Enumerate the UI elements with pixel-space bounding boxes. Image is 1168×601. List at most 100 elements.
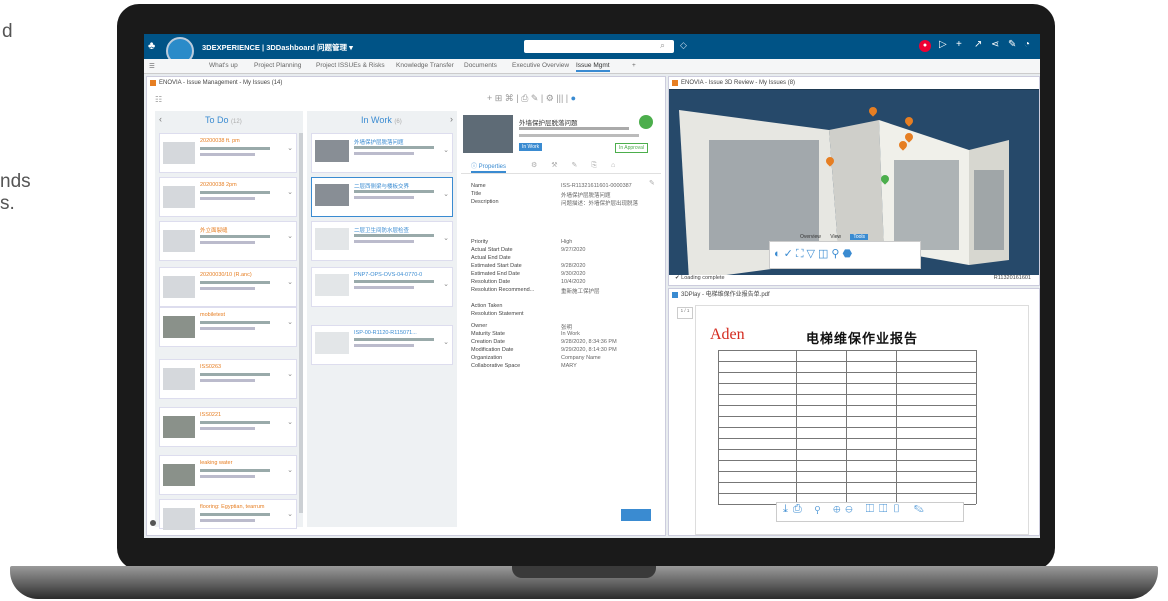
resize-handle[interactable] xyxy=(150,520,156,526)
segment-tabs[interactable]: Overview View Tools xyxy=(800,234,869,240)
share-icon[interactable]: ▷ xyxy=(939,39,947,50)
search-icon[interactable]: ⌕ xyxy=(660,40,665,51)
inwork-card[interactable]: PNP7-OPS-OVS-04-0770-0 ⌄ xyxy=(311,267,453,307)
tab-documents[interactable]: Documents xyxy=(464,62,497,69)
issue-meta xyxy=(200,519,255,522)
chevron-down-icon[interactable]: ⌄ xyxy=(443,234,449,242)
filter-icon[interactable]: ☷ xyxy=(155,95,162,104)
issue-title: 外墙保护层脱落问题 xyxy=(354,140,404,146)
table-row-line xyxy=(718,427,976,428)
chevron-down-icon[interactable]: ⌄ xyxy=(443,338,449,346)
issue-detail: 外墙保护层脱落问题 In Work In Approval ⓘ Properti… xyxy=(461,111,661,527)
review-tool-icons[interactable]: ◐✓⛶▽◫⚲⬣ xyxy=(774,247,855,261)
todo-card[interactable]: flooring: Egyptian, tearrum ⌄ xyxy=(159,499,297,530)
table-col-line xyxy=(976,350,977,504)
issue-meta xyxy=(200,281,270,284)
todo-prev-icon[interactable]: ‹ xyxy=(159,114,162,124)
todo-card[interactable]: 20200030/10 (R.anc) ⌄ xyxy=(159,267,297,307)
issue-meta xyxy=(354,240,414,243)
table-col-line xyxy=(796,350,797,504)
tab-whats-up[interactable]: What's up xyxy=(209,62,238,69)
chevron-down-icon[interactable]: ⌄ xyxy=(443,146,449,154)
segment-overview[interactable]: Overview xyxy=(800,234,821,240)
todo-card[interactable]: leaking water ⌄ xyxy=(159,455,297,495)
todo-scrollbar[interactable] xyxy=(299,133,303,513)
search-input[interactable]: ⌕ xyxy=(524,40,674,53)
chevron-down-icon[interactable]: ⌄ xyxy=(287,466,293,474)
issue-thumbnail xyxy=(163,230,195,252)
table-row-line xyxy=(718,361,976,362)
laptop-notch xyxy=(512,566,656,578)
todo-card[interactable]: ISS0221 ⌄ xyxy=(159,407,297,447)
inwork-card[interactable]: 二层西侧梁与楼板交界 ⌄ xyxy=(311,177,453,217)
field-value: ISS-R11321611601-0000387 xyxy=(561,183,632,189)
tab-issue-mgmt[interactable]: Issue Mgmt xyxy=(576,62,610,72)
chevron-down-icon[interactable]: ⌄ xyxy=(443,280,449,288)
field-label: Name xyxy=(471,183,486,189)
bg-text-3: s. xyxy=(0,193,15,214)
tools-icon[interactable]: ✎ xyxy=(1008,39,1016,50)
inwork-card[interactable]: 外墙保护层脱落问题 ⌄ xyxy=(311,133,453,173)
tab-menu-icon[interactable]: ☰ xyxy=(149,62,155,70)
edit-icon[interactable]: ✎ xyxy=(649,179,655,187)
segment-tools[interactable]: Tools xyxy=(850,234,869,240)
help-icon[interactable]: ◔ xyxy=(1024,39,1030,50)
field-label: Resolution Statement xyxy=(471,311,524,317)
page-indicator[interactable]: 1 / 1 xyxy=(677,307,693,319)
issue-meta xyxy=(200,147,270,150)
todo-card[interactable]: 外立面裂缝 ⌄ xyxy=(159,221,297,261)
segment-view[interactable]: View xyxy=(830,234,841,240)
record-icon[interactable]: ● xyxy=(919,40,931,52)
tab-executive-overview[interactable]: Executive Overview xyxy=(512,62,569,69)
chevron-down-icon[interactable]: ⌄ xyxy=(287,510,293,518)
inwork-card[interactable]: 二层卫生间防水层检查 ⌄ xyxy=(311,221,453,261)
chevron-down-icon[interactable]: ⌄ xyxy=(287,418,293,426)
tab-knowledge-transfer[interactable]: Knowledge Transfer xyxy=(396,62,454,69)
issue-thumbnail xyxy=(163,142,195,164)
issue-meta xyxy=(200,513,270,516)
feedback-icon[interactable]: ↗ xyxy=(974,39,982,50)
field-label: Actual Start Date xyxy=(471,247,513,253)
tab-properties[interactable]: ⓘ Properties xyxy=(471,161,507,173)
issue-meta xyxy=(200,427,255,430)
chevron-down-icon[interactable]: ⌄ xyxy=(287,188,293,196)
toolbar-icons[interactable]: + ⊞ ⌘ | ⎙ ✎ | ⚙ ||| | ● xyxy=(487,93,576,104)
issue-title: 外立面裂缝 xyxy=(200,228,228,234)
tab-add[interactable]: + xyxy=(632,62,636,69)
chevron-down-icon[interactable]: ⌄ xyxy=(287,278,293,286)
todo-card[interactable]: 20200038 2pm ⌄ xyxy=(159,177,297,217)
inwork-next-icon[interactable]: › xyxy=(450,114,453,124)
tab-project-issues[interactable]: Project ISSUEs & Risks xyxy=(316,62,385,69)
bg-text-1: d xyxy=(2,21,13,42)
tab-project-planning[interactable]: Project Planning xyxy=(254,62,301,69)
table-col-line xyxy=(846,350,847,504)
todo-card[interactable]: mobiletest ⌄ xyxy=(159,307,297,347)
3ds-logo-icon[interactable]: ♣ xyxy=(148,40,160,52)
table-row-line xyxy=(718,416,976,417)
network-icon[interactable]: ⋖ xyxy=(991,39,999,50)
chevron-down-icon[interactable]: ⌄ xyxy=(287,370,293,378)
app-title[interactable]: 3DEXPERIENCE | 3DDashboard 问题管理 ▾ xyxy=(202,42,353,53)
issue-thumbnail xyxy=(463,115,513,153)
view-toggle-button[interactable] xyxy=(621,509,651,521)
chevron-down-icon[interactable]: ⌄ xyxy=(287,144,293,152)
tag-icon[interactable]: ◇ xyxy=(680,40,687,51)
owner-avatar[interactable] xyxy=(639,115,653,129)
issue-panel-title: ENOVIA - Issue Management - My Issues (1… xyxy=(147,77,665,89)
chevron-down-icon[interactable]: ⌄ xyxy=(287,232,293,240)
field-value: 9/27/2020 xyxy=(561,247,586,253)
issue-thumbnail xyxy=(163,368,195,390)
issue-meta xyxy=(200,373,270,376)
pdf-toolbar[interactable]: ⤓⎙ ⚲ ⊕⊖ ◫◫▯ ✎ xyxy=(776,502,964,522)
issue-title: ISS0263 xyxy=(200,364,222,370)
chevron-down-icon[interactable]: ⌄ xyxy=(443,190,449,198)
todo-card[interactable]: ISS0263 ⌄ xyxy=(159,359,297,399)
chevron-down-icon[interactable]: ⌄ xyxy=(287,318,293,326)
todo-card[interactable]: 20200038 ft. pm ⌄ xyxy=(159,133,297,173)
add-icon[interactable]: + xyxy=(956,39,962,50)
field-value: MARY xyxy=(561,363,577,369)
field-value: In Work xyxy=(561,331,580,337)
issue-meta xyxy=(200,321,270,324)
inwork-card[interactable]: ISP-00-R1120-R115071... ⌄ xyxy=(311,325,453,365)
detail-tab-icons[interactable]: ⚙⚒✎⎘⌂ xyxy=(531,161,629,170)
